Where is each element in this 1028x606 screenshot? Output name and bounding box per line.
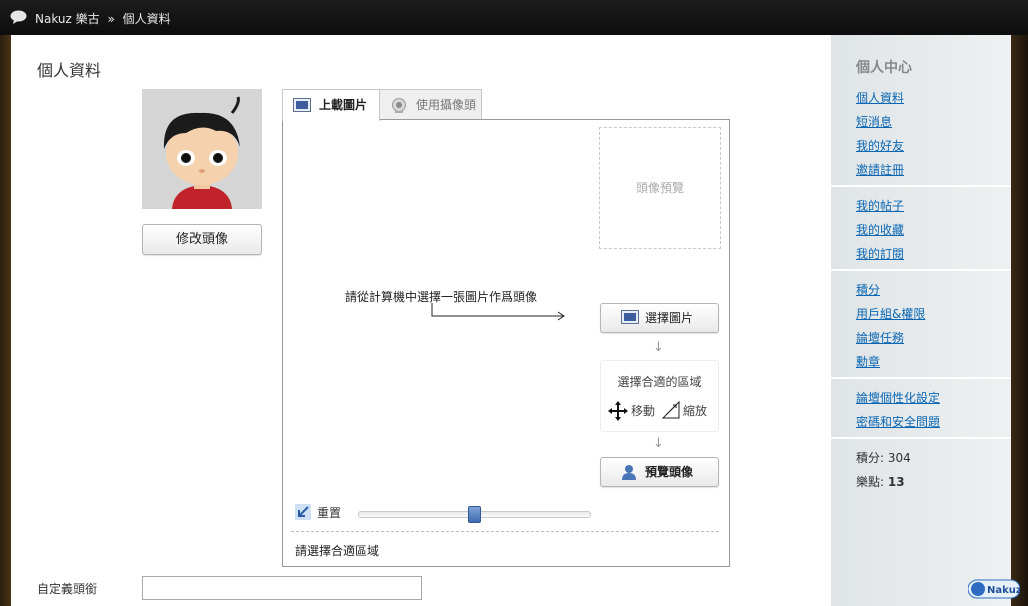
avatar-preview-box: 頭像預覽: [599, 127, 721, 249]
music-points-label: 樂點:: [856, 475, 885, 489]
breadcrumb-site-link[interactable]: Nakuz 樂古: [35, 12, 100, 26]
sidebar-item-favorites[interactable]: 我的收藏: [856, 221, 904, 238]
sidebar-item-messages[interactable]: 短消息: [856, 113, 892, 130]
sidebar-item-tasks[interactable]: 論壇任務: [856, 329, 904, 346]
sidebar-divider: [831, 269, 1011, 271]
move-label: 移動: [631, 404, 656, 418]
sidebar-item-invite[interactable]: 邀請註冊: [856, 161, 904, 178]
logo-text: Nakuz: [987, 585, 1020, 596]
upload-panel: 頭像預覽 請從計算機中選擇一張圖片作爲頭像 選擇圖片 ↓ 選擇合適的區域 移動: [282, 119, 730, 567]
main-content: 個人資料 修改頭像 上載圖片 使用攝像頭 頭像預覽 請從計算機中選擇一張圖片作爲…: [11, 35, 831, 606]
user-icon: [622, 465, 636, 480]
sidebar-divider: [831, 437, 1011, 439]
sidebar-divider: [831, 377, 1011, 379]
tab-use-webcam[interactable]: 使用攝像頭: [379, 89, 482, 120]
sidebar-item-personalize[interactable]: 論壇個性化設定: [856, 389, 940, 406]
custom-title-input[interactable]: [142, 576, 422, 600]
avatar: [142, 89, 262, 209]
select-area-title: 選擇合適的區域: [617, 375, 702, 389]
sidebar-item-friends[interactable]: 我的好友: [856, 137, 904, 154]
resize-icon: [661, 400, 680, 419]
move-icon: [608, 401, 628, 421]
reset-icon[interactable]: [295, 504, 311, 520]
picture-icon: [293, 98, 311, 112]
music-points-value: 13: [887, 475, 905, 489]
preview-avatar-label: 預覽頭像: [645, 465, 694, 479]
points-label: 積分:: [856, 451, 885, 465]
custom-title-label: 自定義頭銜: [37, 582, 98, 596]
tab-upload-image[interactable]: 上載圖片: [282, 89, 380, 121]
select-area-box: 選擇合適的區域 移動 縮放: [600, 360, 719, 432]
avatar-image: [142, 89, 262, 209]
status-text: 請選擇合適區域: [295, 544, 380, 558]
background-strip-left: [0, 35, 11, 606]
webcam-icon: [392, 98, 406, 113]
sidebar-divider: [831, 185, 1011, 187]
arrow-right-icon: [431, 303, 565, 321]
points-value: 304: [887, 451, 911, 465]
change-avatar-button[interactable]: 修改頭像: [142, 224, 262, 255]
sidebar-title: 個人中心: [856, 60, 912, 76]
picture-icon: [621, 310, 639, 324]
breadcrumb-separator: »: [107, 12, 115, 26]
music-points-stat: 樂點: 13: [856, 473, 905, 490]
sidebar: 個人中心 個人資料 短消息 我的好友 邀請註冊 我的帖子 我的收藏 我的訂閱 積…: [831, 35, 1011, 606]
breadcrumb: Nakuz 樂古 » 個人資料: [35, 10, 175, 27]
nakuz-logo: Nakuz: [968, 579, 1020, 599]
page-title: 個人資料: [37, 61, 102, 80]
sidebar-item-security[interactable]: 密碼和安全問題: [856, 413, 940, 430]
background-strip-right: [1011, 35, 1028, 606]
reset-label[interactable]: 重置: [317, 504, 341, 521]
select-image-label: 選擇圖片: [645, 311, 694, 325]
zoom-label: 縮放: [683, 404, 708, 418]
zoom-slider-thumb[interactable]: [468, 506, 481, 523]
top-bar: Nakuz 樂古 » 個人資料: [0, 0, 1028, 35]
arrow-down-icon: ↓: [653, 340, 664, 355]
sidebar-item-subscriptions[interactable]: 我的訂閱: [856, 245, 904, 262]
preview-avatar-button[interactable]: 預覽頭像: [600, 457, 719, 487]
sidebar-item-usergroups[interactable]: 用戶組&權限: [856, 305, 925, 322]
breadcrumb-current: 個人資料: [122, 12, 171, 26]
tab-upload-image-label: 上載圖片: [319, 98, 368, 112]
sidebar-item-posts[interactable]: 我的帖子: [856, 197, 904, 214]
sidebar-item-profile[interactable]: 個人資料: [856, 89, 904, 106]
sidebar-item-medals[interactable]: 勳章: [856, 353, 880, 370]
tab-use-webcam-label: 使用攝像頭: [416, 98, 477, 112]
chat-bubble-icon: [10, 10, 27, 24]
points-stat: 積分: 304: [856, 449, 911, 466]
arrow-down-icon: ↓: [653, 436, 664, 451]
sidebar-item-points[interactable]: 積分: [856, 281, 880, 298]
select-image-button[interactable]: 選擇圖片: [600, 303, 719, 333]
divider: [291, 531, 719, 532]
